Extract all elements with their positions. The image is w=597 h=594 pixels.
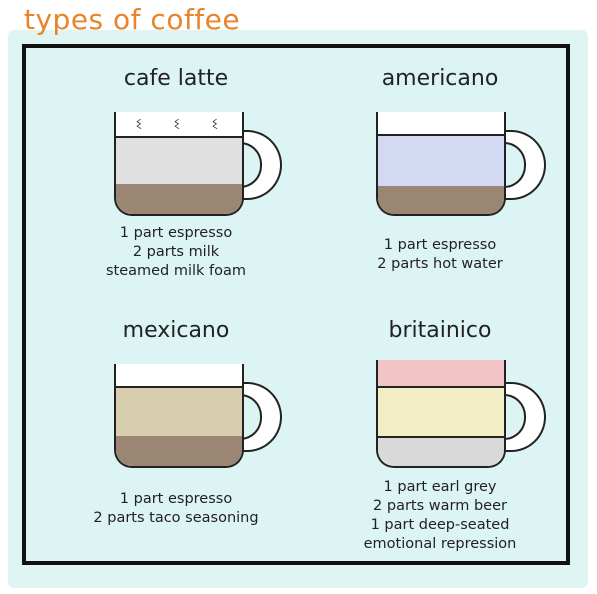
page-title: types of coffee xyxy=(24,3,241,36)
cup-mexicano xyxy=(114,364,244,468)
ingredients-list: 1 part espresso 2 parts taco seasoning xyxy=(66,490,286,528)
ingredients-list: 1 part espresso 2 parts hot water xyxy=(330,236,550,274)
ingredients-list: 1 part earl grey 2 parts warm beer 1 par… xyxy=(330,478,550,554)
earl-grey-layer xyxy=(378,436,504,466)
foam-layer xyxy=(378,112,504,134)
drink-name: britainico xyxy=(388,318,492,343)
espresso-layer xyxy=(116,184,242,214)
ingredient: emotional repression xyxy=(363,536,517,552)
hot-water-layer xyxy=(378,134,504,186)
drink-name: cafe latte xyxy=(123,66,229,91)
foam-layer: ଽ ଽ ଽ xyxy=(116,112,242,136)
espresso-layer xyxy=(116,436,242,466)
drink-name: mexicano xyxy=(122,318,230,343)
coffee-panel: cafe latte ଽ ଽ ଽ 1 part espresso 2 parts… xyxy=(22,44,570,565)
foam-layer xyxy=(116,364,242,386)
ingredient: steamed milk foam xyxy=(105,263,247,279)
emotional-repression-layer xyxy=(378,360,504,386)
ingredient: 1 part deep-seated xyxy=(370,517,510,533)
cup-latte: ଽ ଽ ଽ xyxy=(114,112,244,216)
ingredient: 1 part espresso xyxy=(119,225,233,241)
ingredient: 2 parts taco seasoning xyxy=(93,510,259,526)
cup-americano xyxy=(376,112,506,216)
cup-britainico xyxy=(376,360,506,468)
ingredient: 1 part espresso xyxy=(119,491,233,507)
warm-beer-layer xyxy=(378,386,504,436)
ingredient: 2 parts hot water xyxy=(377,256,503,272)
ingredient: 1 part earl grey xyxy=(383,479,497,495)
drink-name: americano xyxy=(381,66,499,91)
ingredient: 2 parts warm beer xyxy=(373,498,507,514)
taco-seasoning-layer xyxy=(116,386,242,436)
foam-swirl-icon: ଽ xyxy=(136,114,142,133)
milk-layer xyxy=(116,136,242,184)
ingredient: 1 part espresso xyxy=(383,237,497,253)
foam-swirl-icon: ଽ xyxy=(212,114,218,133)
foam-swirl-icon: ଽ xyxy=(174,114,180,133)
espresso-layer xyxy=(378,186,504,214)
ingredients-list: 1 part espresso 2 parts milk steamed mil… xyxy=(66,224,286,281)
ingredient: 2 parts milk xyxy=(132,244,220,260)
